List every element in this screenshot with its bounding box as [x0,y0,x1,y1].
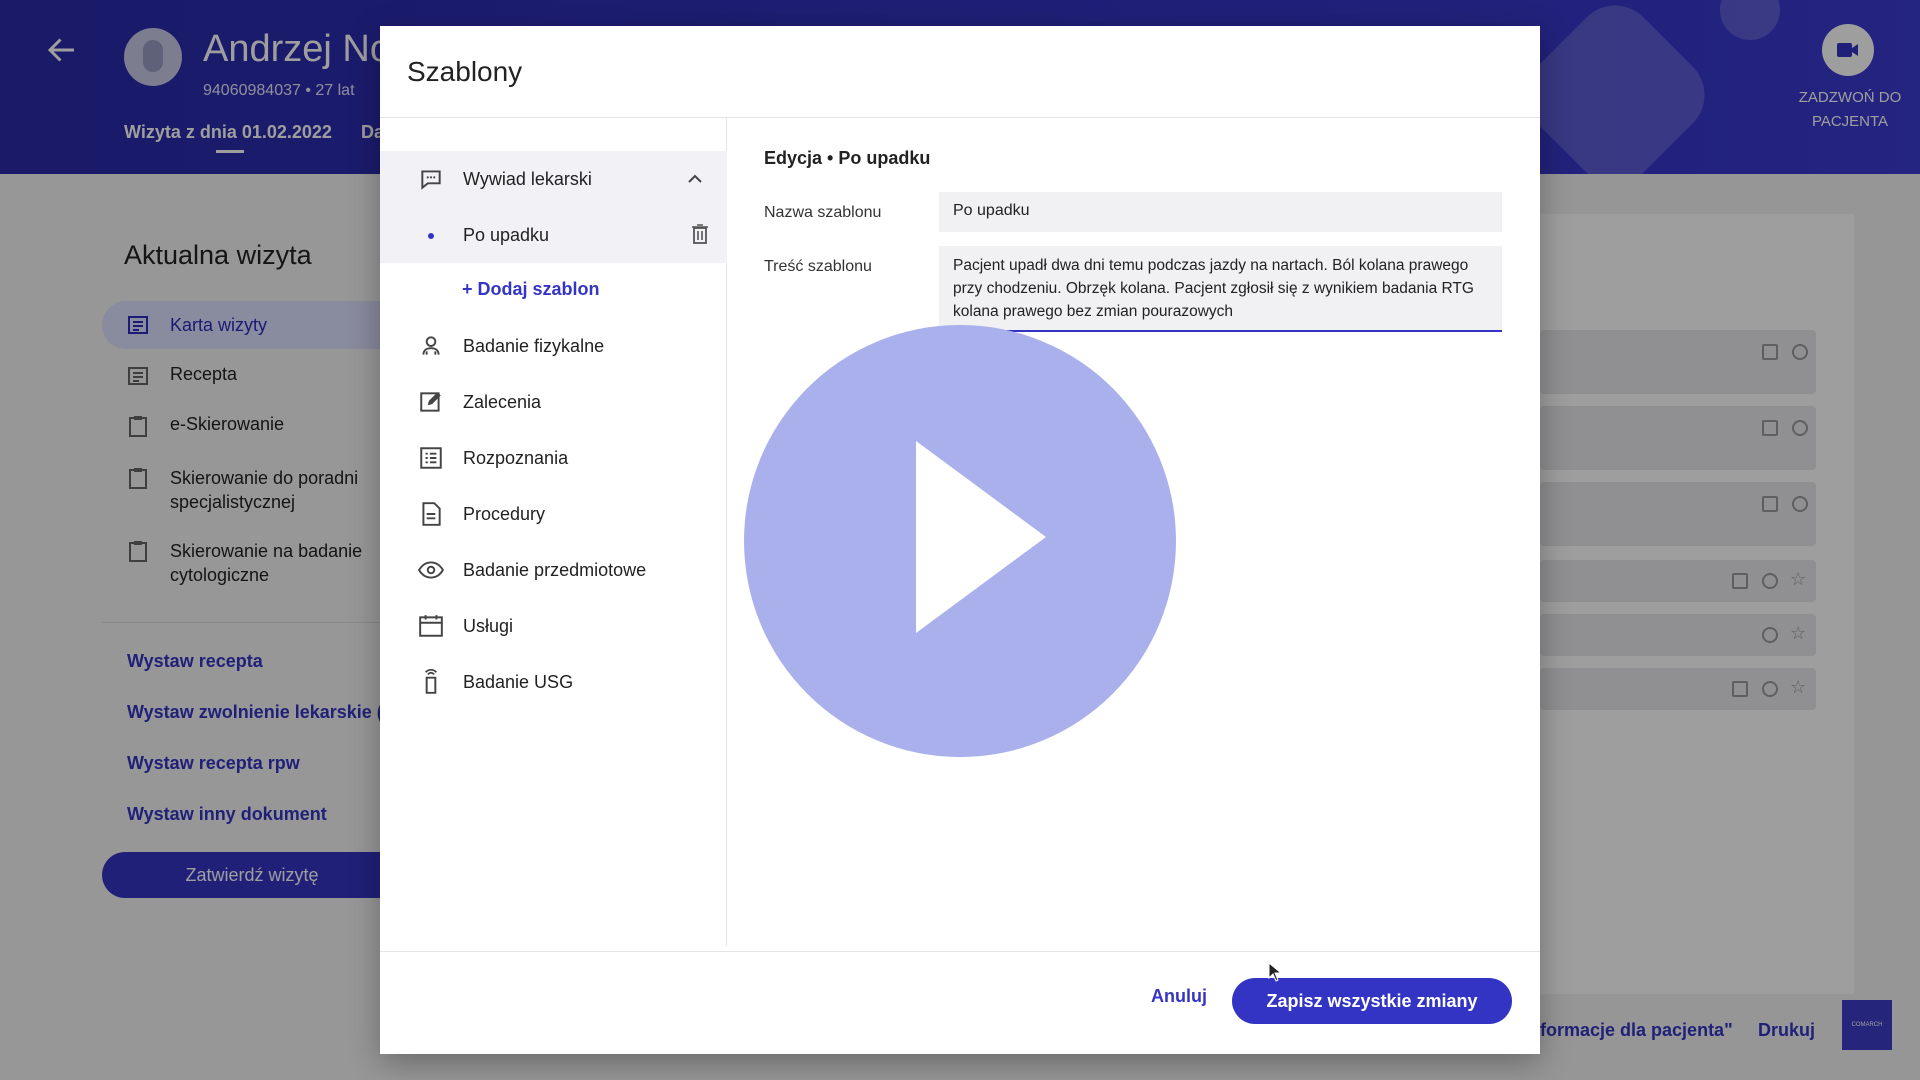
trash-icon[interactable] [691,223,709,245]
play-icon [916,441,1046,633]
selected-dot [428,233,434,239]
stethoscope-icon [422,336,440,355]
chat-icon [421,170,441,190]
template-item-po-upadku[interactable]: Po upadku [380,207,727,263]
template-content-label: Treść szablonu [764,258,872,275]
mouse-cursor-icon [1268,962,1282,982]
ultrasound-icon [424,669,438,694]
template-name-label: Nazwa szablonu [764,204,882,221]
category-label: Badanie USG [463,671,574,692]
chevron-up-icon[interactable] [687,173,703,185]
category-badanie-przedmiotowe[interactable]: Badanie przedmiotowe [380,542,727,598]
edit-icon [420,392,441,412]
category-zalecenia[interactable]: Zalecenia [380,374,727,430]
category-wywiad-lekarski[interactable]: Wywiad lekarski [380,151,727,207]
list-icon [420,447,442,469]
template-label: Po upadku [463,225,550,245]
calendar-icon [419,615,443,637]
category-label: Zalecenia [463,391,542,412]
category-label: Rozpoznania [463,447,569,468]
template-categories: Wywiad lekarski Po upadku + Dodaj szablo… [380,118,727,946]
cancel-button[interactable]: Anuluj [1151,986,1207,1007]
category-badanie-usg[interactable]: Badanie USG [380,654,727,710]
template-content-textarea[interactable]: Pacjent upadł dwa dni temu podczas jazdy… [939,246,1502,332]
eye-icon [418,561,444,579]
document-icon [422,502,441,526]
template-name-input[interactable]: Po upadku [939,192,1502,232]
category-procedury[interactable]: Procedury [380,486,727,542]
category-label: Wywiad lekarski [463,168,592,189]
video-play-button[interactable] [744,325,1176,757]
category-label: Badanie fizykalne [463,335,605,356]
category-uslugi[interactable]: Usługi [380,598,727,654]
edit-heading: Edycja • Po upadku [764,148,931,168]
category-label: Badanie przedmiotowe [463,559,647,580]
save-all-button[interactable]: Zapisz wszystkie zmiany [1232,978,1512,1024]
dialog-title: Szablony [407,56,523,87]
category-label: Procedury [463,503,546,524]
category-badanie-fizykalne[interactable]: Badanie fizykalne [380,318,727,374]
add-template-link[interactable]: + Dodaj szablon [462,279,600,300]
category-label: Usługi [463,615,514,636]
dialog-footer-divider [380,951,1540,952]
category-rozpoznania[interactable]: Rozpoznania [380,430,727,486]
